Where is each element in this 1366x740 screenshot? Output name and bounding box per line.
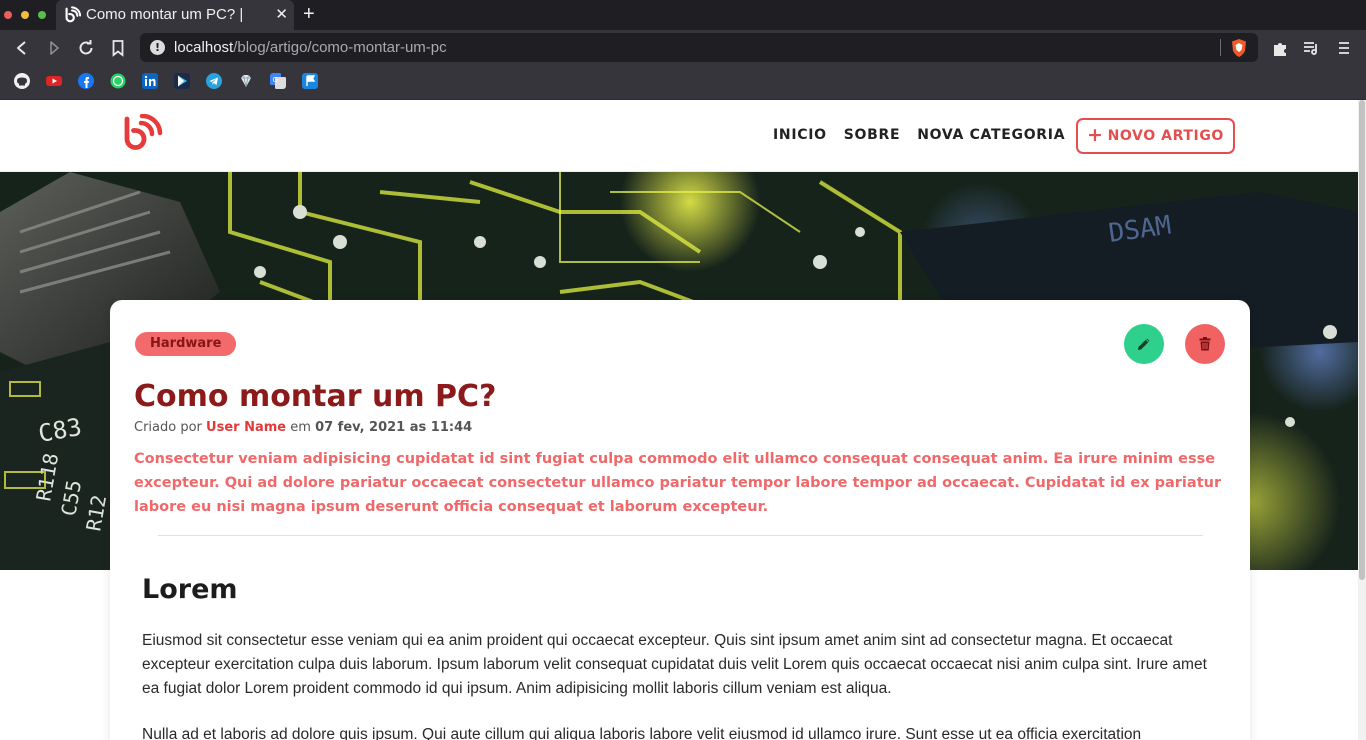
web-page: INICIO SOBRE NOVA CATEGORIA + NOVO ARTIG… bbox=[0, 100, 1366, 740]
telegram-icon[interactable] bbox=[206, 73, 222, 89]
tab-close-icon[interactable]: ✕ bbox=[275, 5, 288, 23]
address-bar[interactable]: ! localhost/blog/artigo/como-montar-um-p… bbox=[140, 33, 1258, 62]
media-queue-icon[interactable] bbox=[1302, 39, 1320, 57]
window-minimize-dot[interactable] bbox=[21, 11, 29, 19]
site-favicon-icon bbox=[65, 6, 81, 23]
page-scrollbar[interactable] bbox=[1358, 100, 1366, 740]
url-path: /blog/artigo/como-montar-um-pc bbox=[233, 39, 447, 56]
back-icon[interactable] bbox=[13, 39, 31, 57]
article-title: Como montar um PC? bbox=[134, 379, 497, 414]
bookmark-icon[interactable] bbox=[109, 39, 127, 57]
new-tab-button[interactable]: + bbox=[303, 3, 315, 26]
nav-link-inicio[interactable]: INICIO bbox=[773, 127, 827, 143]
site-navbar: INICIO SOBRE NOVA CATEGORIA + NOVO ARTIG… bbox=[0, 100, 1358, 172]
browser-tab-strip: Como montar um PC? | ✕ + bbox=[0, 0, 1366, 30]
github-icon[interactable] bbox=[14, 73, 30, 89]
menu-icon[interactable] bbox=[1335, 39, 1353, 57]
flag-icon[interactable] bbox=[302, 73, 318, 89]
google-translate-icon[interactable]: G bbox=[270, 73, 286, 89]
new-article-label: NOVO ARTIGO bbox=[1107, 128, 1224, 144]
meta-prefix: Criado por bbox=[134, 420, 202, 435]
tab-title: Como montar um PC? | bbox=[86, 6, 244, 23]
url-separator bbox=[1220, 39, 1221, 56]
gem-icon[interactable] bbox=[238, 73, 254, 89]
browser-tab-active[interactable]: Como montar um PC? | ✕ bbox=[56, 0, 294, 30]
nav-link-nova-categoria[interactable]: NOVA CATEGORIA bbox=[917, 127, 1065, 143]
paragraph: Eiusmod sit consectetur esse veniam qui … bbox=[142, 632, 1207, 697]
scrollbar-thumb[interactable] bbox=[1359, 100, 1365, 580]
nav-link-sobre[interactable]: SOBRE bbox=[844, 127, 901, 143]
youtube-icon[interactable] bbox=[46, 73, 62, 89]
url-text[interactable]: localhost/blog/artigo/como-montar-um-pc bbox=[174, 39, 447, 56]
window-close-dot[interactable] bbox=[4, 11, 12, 19]
trash-icon bbox=[1199, 337, 1211, 351]
article-card: Hardware Como montar um PC? Criado por U… bbox=[110, 300, 1250, 740]
window-maximize-dot[interactable] bbox=[38, 11, 46, 19]
brave-shields-icon[interactable] bbox=[1230, 38, 1248, 58]
article-meta: Criado por User Name em 07 fev, 2021 as … bbox=[134, 420, 472, 435]
reload-icon[interactable] bbox=[77, 39, 95, 57]
bookmarks-bar: G bbox=[0, 65, 1366, 100]
paragraph: Nulla ad et laboris ad dolore quis ipsum… bbox=[142, 726, 1142, 740]
new-article-button[interactable]: + NOVO ARTIGO bbox=[1076, 118, 1235, 154]
google-play-icon[interactable] bbox=[174, 73, 190, 89]
author-link[interactable]: User Name bbox=[206, 420, 286, 435]
divider bbox=[158, 535, 1203, 536]
site-info-icon[interactable]: ! bbox=[150, 40, 165, 55]
facebook-icon[interactable] bbox=[78, 73, 94, 89]
site-logo-icon[interactable] bbox=[122, 114, 164, 154]
article-lead: Consectetur veniam adipisicing cupidatat… bbox=[134, 451, 1222, 515]
nav-links: INICIO SOBRE NOVA CATEGORIA bbox=[773, 127, 1065, 143]
whatsapp-icon[interactable] bbox=[110, 73, 126, 89]
extensions-icon[interactable] bbox=[1271, 39, 1289, 57]
edit-article-button[interactable] bbox=[1124, 324, 1164, 364]
meta-mid: em bbox=[290, 420, 311, 435]
pencil-icon bbox=[1138, 338, 1150, 350]
linkedin-icon[interactable] bbox=[142, 73, 158, 89]
svg-text:G: G bbox=[273, 76, 278, 84]
plus-icon: + bbox=[1087, 124, 1104, 146]
forward-icon[interactable] bbox=[45, 39, 63, 57]
url-host: localhost bbox=[174, 39, 234, 56]
section-heading: Lorem bbox=[142, 574, 238, 605]
delete-article-button[interactable] bbox=[1185, 324, 1225, 364]
browser-toolbar: ! localhost/blog/artigo/como-montar-um-p… bbox=[0, 30, 1366, 65]
article-date: 07 fev, 2021 as 11:44 bbox=[315, 420, 473, 435]
category-badge[interactable]: Hardware bbox=[135, 332, 237, 356]
